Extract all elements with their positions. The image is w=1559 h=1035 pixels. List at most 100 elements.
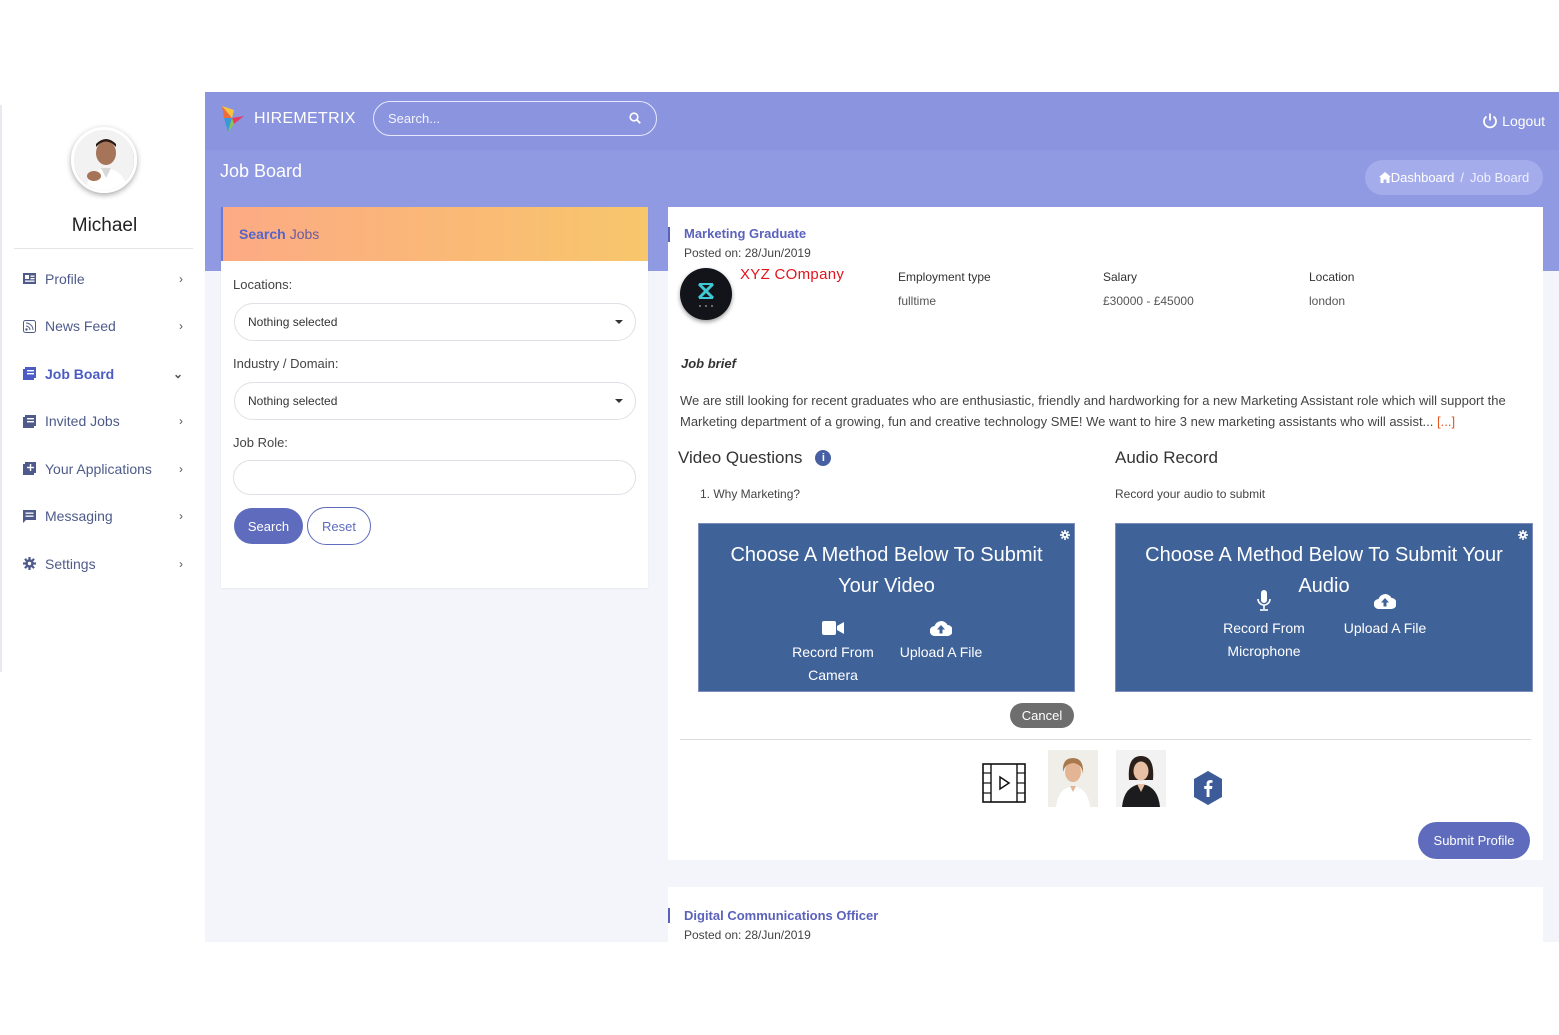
sidebar-menu: Profile › News Feed › Job Board ⌄ Invite… <box>2 255 207 588</box>
chevron-right-icon: › <box>179 271 183 286</box>
home-icon <box>1378 172 1391 183</box>
video-recorder-box: Choose A Method Below To Submit Your Vid… <box>698 523 1075 692</box>
locations-select-value: Nothing selected <box>248 315 338 329</box>
info-icon[interactable]: i <box>815 450 832 466</box>
breadcrumb-separator: / <box>1460 170 1464 185</box>
caret-down-icon <box>615 320 623 324</box>
company-logo <box>680 268 732 320</box>
audio-record-subtitle: Record your audio to submit <box>1115 487 1266 501</box>
video-file-icon[interactable] <box>982 763 1026 808</box>
page-title: Job Board <box>220 161 303 181</box>
breadcrumb-dashboard-link[interactable]: Dashboard <box>1391 170 1455 185</box>
breadcrumb: Dashboard / Job Board <box>1365 160 1543 195</box>
job-posted-date: Posted on: 28/Jun/2019 <box>684 246 811 260</box>
global-search-input[interactable] <box>388 111 608 126</box>
sidebar-divider <box>14 248 193 249</box>
job-card: Digital Communications Officer Posted on… <box>668 887 1543 942</box>
audio-recorder-box: Choose A Method Below To Submit Your Aud… <box>1115 523 1533 692</box>
power-icon <box>1483 113 1498 129</box>
cancel-button[interactable]: Cancel <box>1010 703 1074 728</box>
rss-feed-icon <box>22 319 36 333</box>
upload-audio-file-option[interactable]: Upload A File <box>1337 590 1433 640</box>
video-box-title: Choose A Method Below To Submit Your Vid… <box>730 544 1043 597</box>
breadcrumb-current: Job Board <box>1469 170 1530 185</box>
record-from-microphone-option[interactable]: Record From Microphone <box>1214 590 1314 663</box>
audio-record-title: Audio Record <box>1115 448 1219 467</box>
sidebar-item-settings[interactable]: Settings › <box>2 540 207 588</box>
divider <box>680 739 1531 740</box>
company-name: XYZ COmpany <box>740 266 845 283</box>
chevron-right-icon: › <box>179 509 183 524</box>
chevron-right-icon: › <box>179 461 183 476</box>
upload-video-file-option[interactable]: Upload A File <box>893 620 989 664</box>
microphone-icon <box>1214 590 1314 612</box>
chevron-down-icon: ⌄ <box>172 366 183 381</box>
job-title[interactable]: Digital Communications Officer <box>684 908 878 923</box>
logout-button[interactable]: Logout <box>1481 112 1545 130</box>
chevron-right-icon: › <box>179 556 183 571</box>
sidebar: Michael Profile › News Feed › Job Board … <box>0 105 205 672</box>
industry-select-value: Nothing selected <box>248 394 338 408</box>
cloud-upload-icon <box>893 620 989 636</box>
applications-icon <box>22 462 36 476</box>
sidebar-item-your-applications[interactable]: Your Applications › <box>2 445 207 493</box>
job-role-label: Job Role: <box>233 435 288 450</box>
record-from-camera-label: Record From Camera <box>792 644 874 683</box>
search-button[interactable]: Search <box>234 508 303 544</box>
submit-profile-button[interactable]: Submit Profile <box>1418 822 1530 859</box>
video-question-item: 1. Why Marketing? <box>700 487 801 501</box>
job-brief-text: We are still looking for recent graduate… <box>680 393 1506 429</box>
job-role-input[interactable] <box>233 460 636 495</box>
brand-name: HIREMETRIX <box>254 110 356 127</box>
sidebar-item-label: Messaging <box>45 508 113 525</box>
job-title-accent-bar <box>668 908 670 923</box>
candidate-photo-thumbnail[interactable] <box>1048 750 1098 812</box>
reset-button[interactable]: Reset <box>307 507 371 545</box>
sidebar-item-label: Your Applications <box>45 460 152 477</box>
upload-video-file-label: Upload A File <box>899 644 983 660</box>
record-from-microphone-label: Record From Microphone <box>1223 620 1305 659</box>
locations-select[interactable]: Nothing selected <box>234 303 636 341</box>
sidebar-item-job-board[interactable]: Job Board ⌄ <box>2 350 207 398</box>
invited-jobs-icon <box>22 414 36 428</box>
sidebar-item-label: Profile <box>45 270 85 287</box>
upload-audio-file-label: Upload A File <box>1343 620 1427 636</box>
search-jobs-title-bold: Search <box>239 226 286 242</box>
job-title[interactable]: Marketing Graduate <box>684 226 806 241</box>
candidate-photo-thumbnail[interactable] <box>1116 750 1166 812</box>
sidebar-item-label: Job Board <box>45 365 115 382</box>
user-name: Michael <box>71 215 138 236</box>
sidebar-item-profile[interactable]: Profile › <box>2 255 207 303</box>
employment-type-label: Employment type <box>898 270 991 284</box>
job-posted-date: Posted on: 28/Jun/2019 <box>684 928 811 942</box>
record-from-camera-option[interactable]: Record From Camera <box>781 620 885 687</box>
location-value: london <box>1309 294 1346 308</box>
sidebar-item-messaging[interactable]: Messaging › <box>2 493 207 541</box>
global-search[interactable] <box>373 101 657 136</box>
bird-logo-icon <box>222 106 244 132</box>
location-label: Location <box>1309 270 1355 284</box>
gear-icon <box>22 557 36 571</box>
job-title-accent-bar <box>668 227 670 242</box>
industry-select[interactable]: Nothing selected <box>234 382 636 420</box>
message-icon <box>22 509 36 523</box>
profile-card-icon <box>22 272 36 286</box>
sidebar-item-news-feed[interactable]: News Feed › <box>2 303 207 351</box>
avatar[interactable] <box>71 127 137 193</box>
job-brief: We are still looking for recent graduate… <box>680 390 1530 432</box>
search-icon[interactable] <box>629 112 641 127</box>
search-jobs-panel: Search Jobs Locations: Nothing selected … <box>221 207 648 588</box>
job-brief-heading: Job brief <box>681 356 736 371</box>
locations-label: Locations: <box>233 277 293 292</box>
video-questions-title: Video Questions <box>678 448 803 467</box>
read-more-link[interactable]: [...] <box>1437 414 1455 429</box>
brand-logo[interactable]: HIREMETRIX <box>220 104 356 134</box>
facebook-icon[interactable] <box>1193 770 1223 811</box>
employment-type-value: fulltime <box>898 294 937 308</box>
salary-value: £30000 - £45000 <box>1103 294 1194 308</box>
industry-label: Industry / Domain: <box>233 356 339 371</box>
job-board-icon <box>22 367 36 381</box>
audio-box-title: Choose A Method Below To Submit Your Aud… <box>1145 544 1503 597</box>
search-jobs-header: Search Jobs <box>221 207 648 261</box>
sidebar-item-invited-jobs[interactable]: Invited Jobs › <box>2 398 207 446</box>
